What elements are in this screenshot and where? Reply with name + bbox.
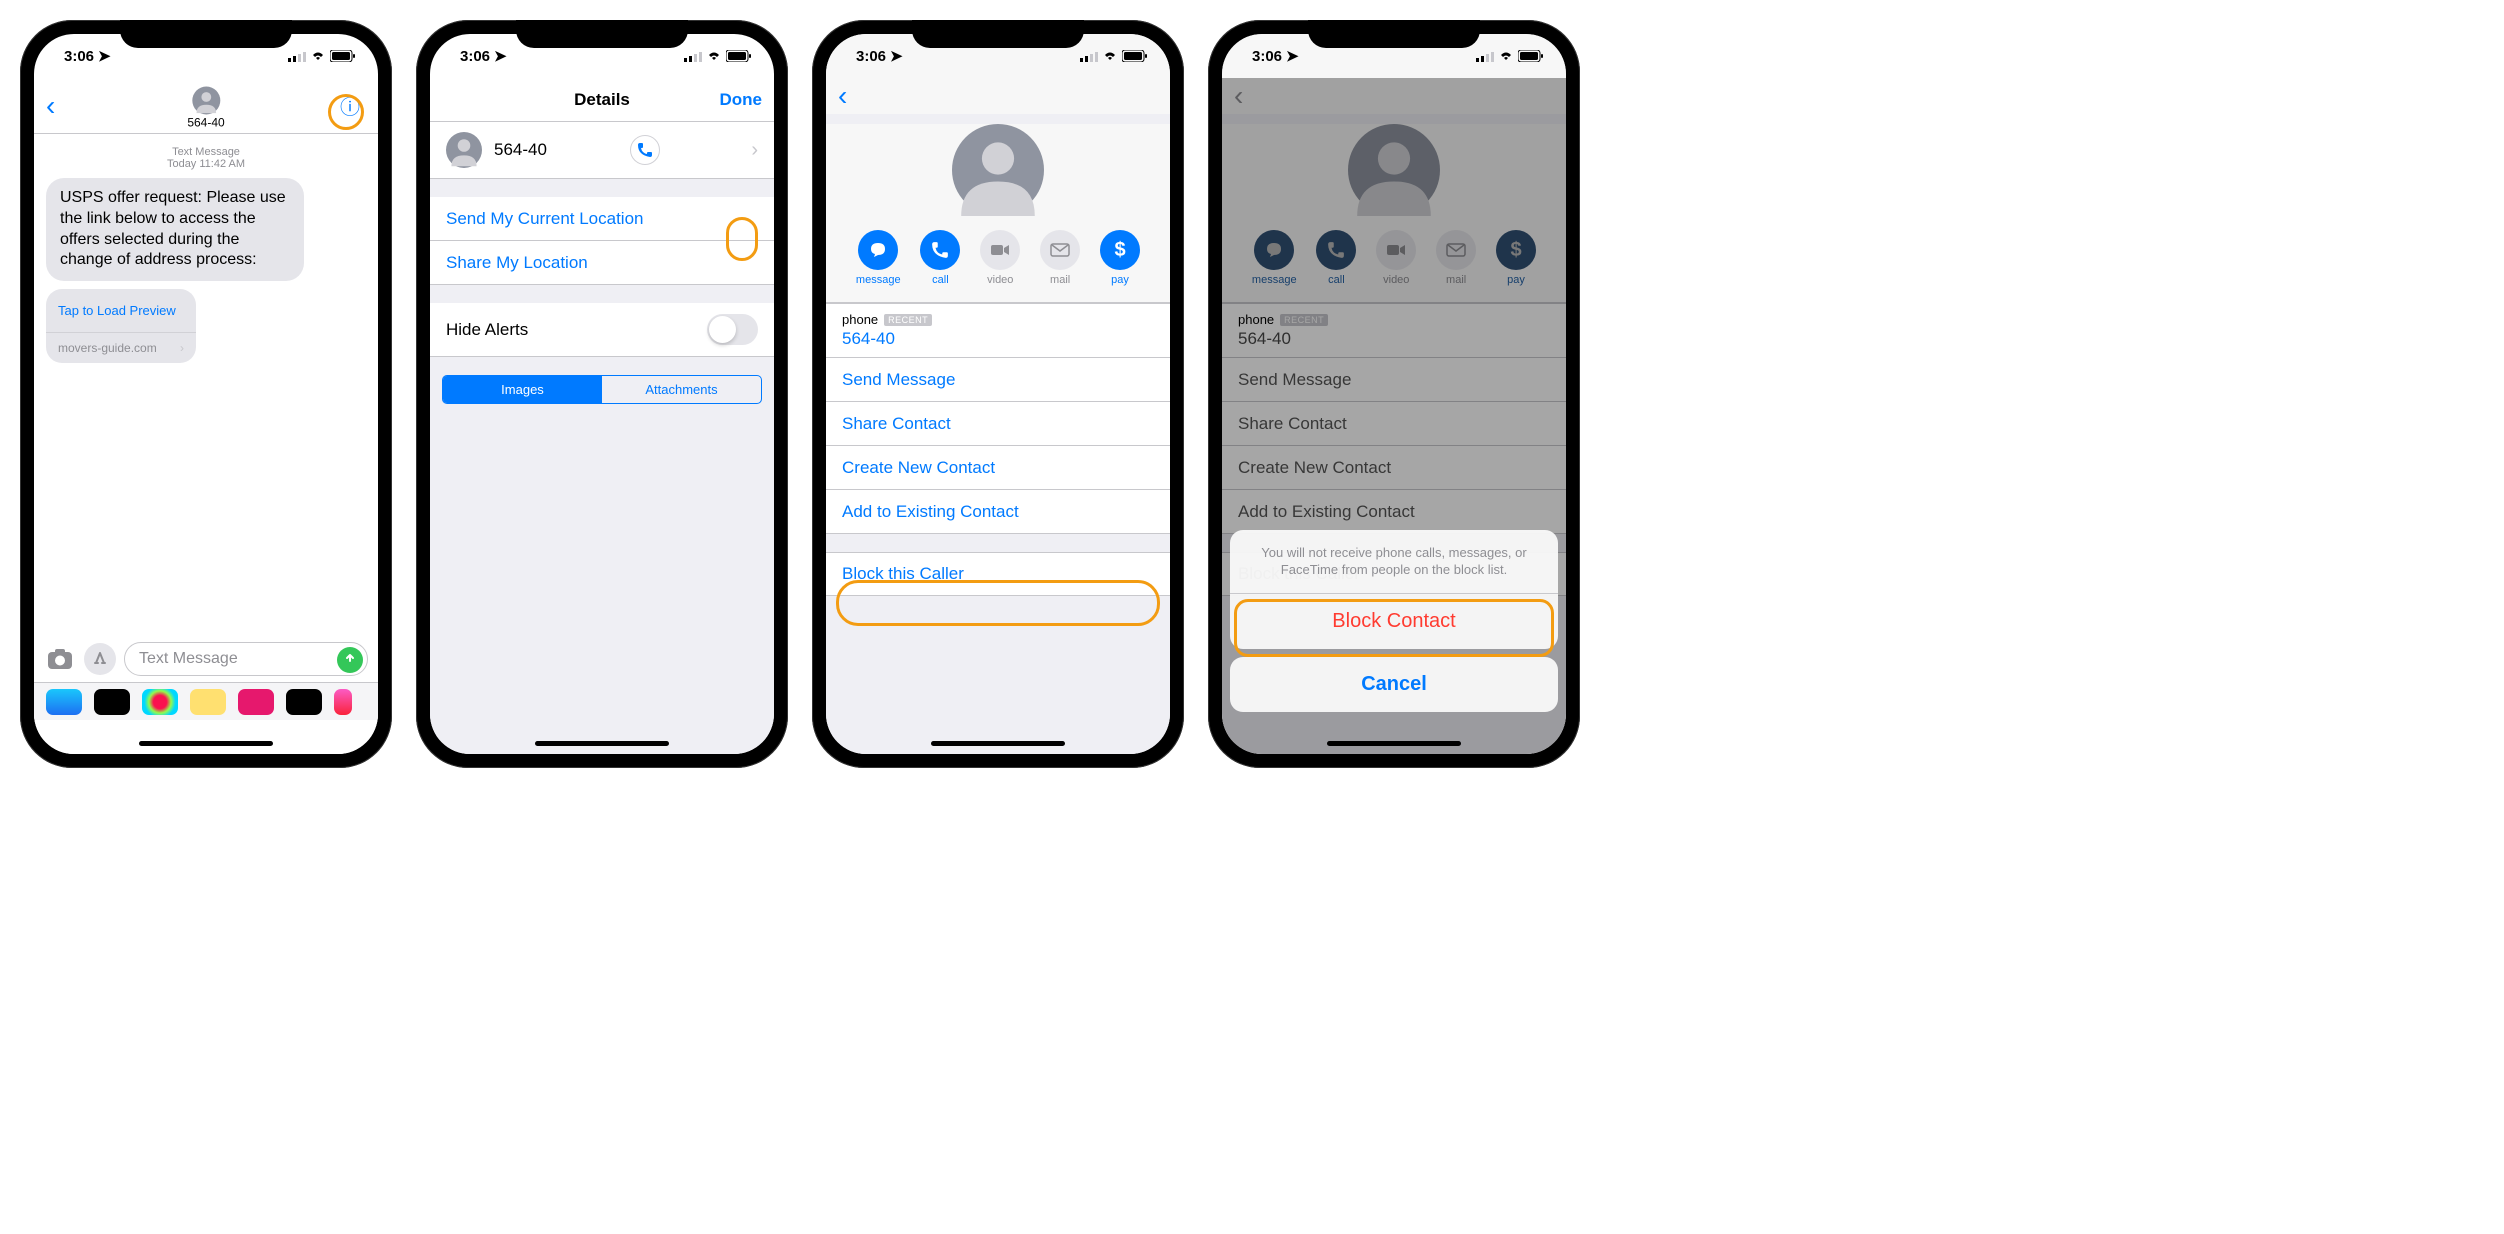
phone-mockup-1: 3:06 ➤ ‹ 564-40 ⓘ Text Message Tod xyxy=(20,20,392,768)
contact-name: 564-40 xyxy=(187,115,224,129)
seg-attachments[interactable]: Attachments xyxy=(602,376,761,403)
msg-type-label: Text Message xyxy=(172,146,240,158)
battery-icon xyxy=(330,50,356,62)
location-icon: ➤ xyxy=(98,47,111,65)
action-video: video xyxy=(980,230,1020,286)
message-timestamp: Text Message Today 11:42 AM xyxy=(34,134,378,174)
notch xyxy=(912,20,1084,48)
share-contact[interactable]: Share Contact xyxy=(826,402,1170,446)
hide-alerts-toggle[interactable] xyxy=(707,314,758,345)
contact-number: 564-40 xyxy=(494,140,547,160)
action-message[interactable]: message xyxy=(856,230,901,286)
message-bubble[interactable]: USPS offer request: Please use the link … xyxy=(46,178,304,281)
home-indicator[interactable] xyxy=(1327,741,1461,746)
add-to-existing-contact[interactable]: Add to Existing Contact xyxy=(826,490,1170,534)
done-button[interactable]: Done xyxy=(702,90,762,110)
notch xyxy=(1308,20,1480,48)
home-indicator[interactable] xyxy=(139,741,273,746)
share-my-location[interactable]: Share My Location xyxy=(430,241,774,285)
recent-badge: RECENT xyxy=(884,314,932,326)
home-indicator[interactable] xyxy=(931,741,1065,746)
hide-alerts-label: Hide Alerts xyxy=(446,320,528,340)
compose-bar: Text Message xyxy=(34,636,378,682)
compose-placeholder: Text Message xyxy=(139,650,238,668)
link-preview-domain: movers-guide.com› xyxy=(46,332,196,363)
drawer-digital-touch[interactable] xyxy=(286,689,322,715)
cancel-button[interactable]: Cancel xyxy=(1230,657,1558,712)
drawer-images[interactable] xyxy=(238,689,274,715)
drawer-music[interactable] xyxy=(334,689,352,715)
drawer-activity[interactable] xyxy=(142,689,178,715)
signal-icon xyxy=(288,50,306,62)
hide-alerts-row: Hide Alerts xyxy=(430,303,774,357)
contact-avatar-large xyxy=(952,124,1044,216)
action-pay[interactable]: $pay xyxy=(1100,230,1140,286)
block-contact-button[interactable]: Block Contact xyxy=(1230,594,1558,649)
wifi-icon xyxy=(310,50,326,62)
back-button[interactable]: ‹ xyxy=(838,82,898,110)
send-current-location[interactable]: Send My Current Location xyxy=(430,197,774,241)
camera-icon[interactable] xyxy=(44,643,76,675)
contact-actions-row: message call video mail $pay xyxy=(826,230,1170,302)
phone-value: 564-40 xyxy=(842,329,1154,349)
msg-time: 11:42 AM xyxy=(199,158,245,170)
drawer-apple-pay[interactable] xyxy=(94,689,130,715)
contact-avatar[interactable] xyxy=(192,86,220,114)
action-call[interactable]: call xyxy=(920,230,960,286)
drawer-animoji[interactable] xyxy=(190,689,226,715)
block-this-caller[interactable]: Block this Caller xyxy=(826,552,1170,596)
link-preview-action[interactable]: Tap to Load Preview xyxy=(46,289,196,332)
back-button[interactable]: ‹ xyxy=(46,92,106,120)
compose-input[interactable]: Text Message xyxy=(124,642,368,676)
msg-day: Today xyxy=(167,158,199,170)
segmented-control[interactable]: Images Attachments xyxy=(442,375,762,404)
seg-images[interactable]: Images xyxy=(443,376,602,403)
phone-mockup-2: 3:06 ➤ Details Done 564-40 xyxy=(416,20,788,768)
notch xyxy=(120,20,292,48)
sheet-message: You will not receive phone calls, messag… xyxy=(1230,530,1558,594)
info-button[interactable]: ⓘ xyxy=(306,91,366,120)
app-drawer[interactable] xyxy=(34,682,378,720)
link-preview[interactable]: Tap to Load Preview movers-guide.com› xyxy=(46,289,196,363)
action-mail: mail xyxy=(1040,230,1080,286)
notch xyxy=(516,20,688,48)
chevron-right-icon: › xyxy=(751,139,758,162)
phone-mockup-3: 3:06 ➤ ‹ message call video xyxy=(812,20,1184,768)
phone-mockup-4: 3:06 ➤ ‹ message call video xyxy=(1208,20,1580,768)
send-message[interactable]: Send Message xyxy=(826,358,1170,402)
details-title: Details xyxy=(574,90,630,110)
statusbar-indicators xyxy=(288,50,356,62)
statusbar-time: 3:06 xyxy=(64,48,94,65)
phone-field[interactable]: phone RECENT 564-40 xyxy=(826,303,1170,358)
action-sheet: You will not receive phone calls, messag… xyxy=(1230,530,1558,720)
home-indicator[interactable] xyxy=(535,741,669,746)
contact-row[interactable]: 564-40 › xyxy=(430,122,774,179)
create-new-contact[interactable]: Create New Contact xyxy=(826,446,1170,490)
record-audio-icon[interactable] xyxy=(337,647,363,673)
phone-label: phone xyxy=(842,312,878,327)
contact-avatar-icon xyxy=(446,132,482,168)
call-button[interactable] xyxy=(630,135,660,165)
drawer-app-store[interactable] xyxy=(46,689,82,715)
appstore-icon[interactable] xyxy=(84,643,116,675)
